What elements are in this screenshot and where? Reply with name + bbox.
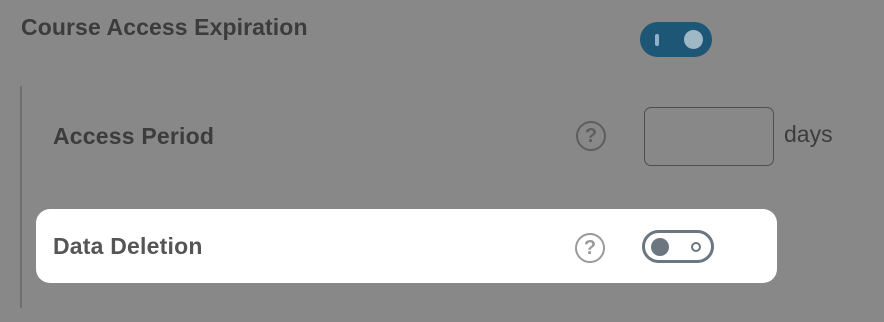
access-period-input[interactable] (644, 107, 774, 166)
settings-panel: Course Access Expiration Access Period ?… (0, 0, 884, 322)
toggle-knob (651, 238, 669, 256)
data-deletion-row: Data Deletion ? (36, 209, 777, 283)
data-deletion-label: Data Deletion (53, 233, 203, 259)
data-deletion-help-icon[interactable]: ? (575, 233, 605, 263)
section-title: Course Access Expiration (21, 14, 308, 40)
access-period-label: Access Period (53, 123, 215, 149)
access-period-help-icon[interactable]: ? (576, 121, 606, 151)
access-period-unit: days (784, 121, 833, 147)
data-deletion-toggle[interactable] (642, 230, 714, 263)
toggle-knob (684, 30, 703, 49)
course-access-expiration-toggle[interactable] (640, 22, 712, 57)
nested-settings-divider (20, 86, 22, 308)
toggle-off-indicator-icon (691, 242, 701, 252)
toggle-on-indicator-icon (655, 34, 659, 46)
